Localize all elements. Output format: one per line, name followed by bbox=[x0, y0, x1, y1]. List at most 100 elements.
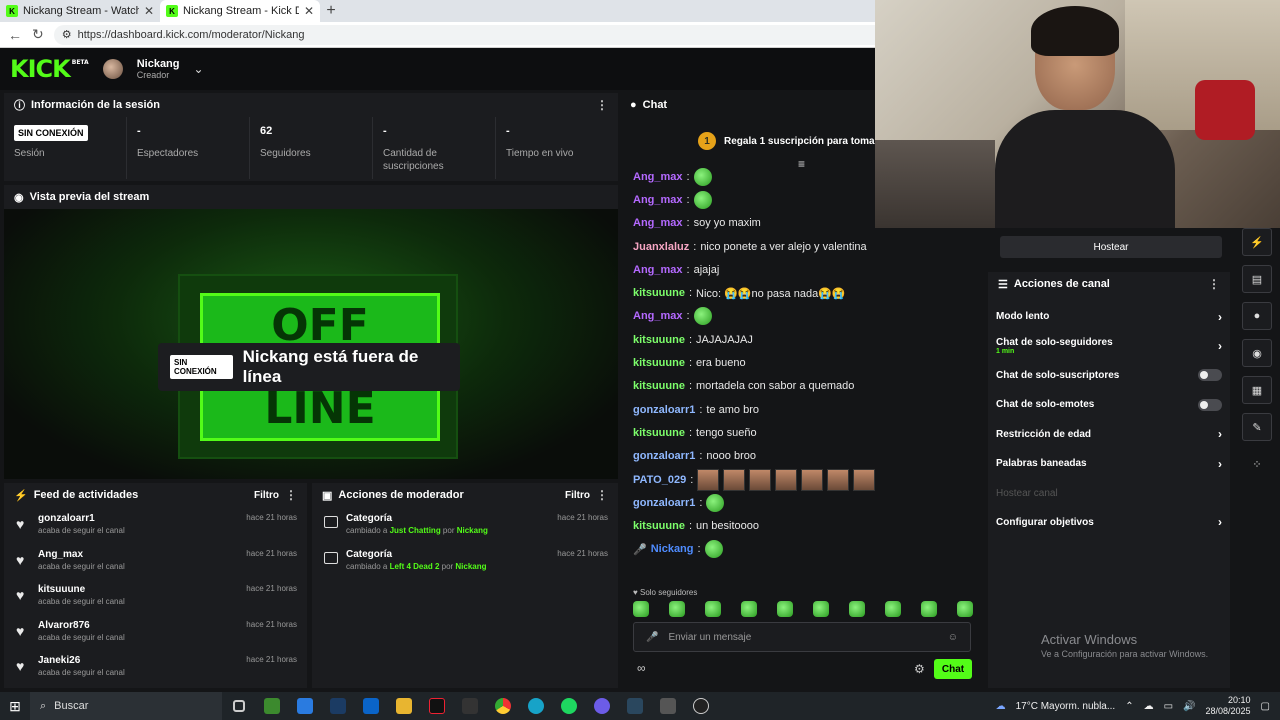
more-icon[interactable]: ⋮ bbox=[1208, 277, 1220, 291]
obs-studio-icon[interactable] bbox=[684, 692, 717, 720]
emote-picker-icon[interactable] bbox=[957, 601, 973, 617]
chat-message[interactable]: PATO_029: bbox=[633, 468, 978, 491]
channel-action-item[interactable]: Chat de solo-seguidores 1 min › bbox=[988, 331, 1230, 360]
user-info[interactable]: Nickang Creador bbox=[137, 58, 180, 80]
list-item[interactable]: ♥ kitsuuune acaba de seguir el canal hac… bbox=[4, 578, 307, 614]
network-icon[interactable]: ▭ bbox=[1164, 701, 1173, 712]
spotify-icon[interactable] bbox=[552, 692, 585, 720]
close-tab-icon[interactable]: ✕ bbox=[304, 4, 314, 18]
reload-icon[interactable]: ↻ bbox=[32, 26, 44, 43]
emoji-icon[interactable]: ☺ bbox=[948, 632, 958, 643]
chrome-icon[interactable] bbox=[486, 692, 519, 720]
send-chat-button[interactable]: Chat bbox=[934, 659, 972, 679]
chat-message[interactable]: kitsuuune: un besitoooo bbox=[633, 514, 978, 537]
more-icon[interactable]: ⋮ bbox=[285, 488, 297, 502]
avatar[interactable] bbox=[102, 59, 123, 79]
store-icon[interactable] bbox=[288, 692, 321, 720]
chevron-up-icon[interactable]: ⌃ bbox=[1125, 701, 1133, 712]
minecraft-icon[interactable] bbox=[255, 692, 288, 720]
host-button[interactable]: Hostear bbox=[1000, 236, 1222, 258]
chat-message[interactable]: kitsuuune: mortadela con sabor a quemado bbox=[633, 375, 978, 398]
bolt-icon[interactable]: ⚡ bbox=[1242, 228, 1272, 256]
stream-preview[interactable]: OFF LINE SIN CONEXIÓN Nickang está fuera… bbox=[4, 209, 618, 479]
cloud-icon[interactable]: ☁ bbox=[1144, 701, 1154, 712]
chat-username[interactable]: kitsuuune bbox=[633, 380, 685, 392]
chat-message[interactable]: kitsuuune: tengo sueño bbox=[633, 421, 978, 444]
site-info-icon[interactable]: ⚙ bbox=[62, 28, 72, 41]
chat-message[interactable]: gonzaloarr1: nooo broo bbox=[633, 445, 978, 468]
chat-username[interactable]: kitsuuune bbox=[633, 287, 685, 299]
channel-action-item[interactable]: Palabras baneadas › bbox=[988, 449, 1230, 478]
windows-start-icon[interactable]: ⊞ bbox=[0, 698, 30, 715]
browser-tab-watch[interactable]: K Nickang Stream - Watch Live on ✕ bbox=[0, 0, 160, 22]
chevron-down-icon[interactable]: ⌄ bbox=[194, 62, 204, 76]
chat-message[interactable]: kitsuuune: era bueno bbox=[633, 351, 978, 374]
chat-username[interactable]: gonzaloarr1 bbox=[633, 404, 695, 416]
channel-action-item[interactable]: Restricción de edad › bbox=[988, 420, 1230, 449]
chat-username[interactable]: Ang_max bbox=[633, 264, 683, 276]
list-item[interactable]: Categoría cambiado a Just Chatting por N… bbox=[312, 507, 618, 543]
tiktok-icon[interactable] bbox=[420, 692, 453, 720]
mod-by[interactable]: Nickang bbox=[457, 526, 488, 535]
layout-icon[interactable]: ▦ bbox=[1242, 376, 1272, 404]
chat-username[interactable]: Juanxlaluz bbox=[633, 241, 689, 253]
emote-picker-icon[interactable] bbox=[813, 601, 829, 617]
chat-message[interactable]: gonzaloarr1: te amo bro bbox=[633, 398, 978, 421]
chat-username[interactable]: gonzaloarr1 bbox=[633, 450, 695, 462]
list-item[interactable]: ♥ Janeki26 acaba de seguir el canal hace… bbox=[4, 649, 307, 685]
wrench-icon[interactable]: ✎ bbox=[1242, 413, 1272, 441]
channel-action-item[interactable]: Configurar objetivos › bbox=[988, 508, 1230, 537]
gear-icon[interactable]: ⚙ bbox=[914, 662, 925, 676]
task-view-icon[interactable] bbox=[222, 692, 255, 720]
toggle-switch[interactable] bbox=[1198, 369, 1222, 382]
chat-message[interactable]: Juanxlaluz: nico ponete a ver alejo y val… bbox=[633, 235, 978, 258]
broadcast-icon[interactable]: ◉ bbox=[1242, 339, 1272, 367]
more-icon[interactable]: ⋮ bbox=[596, 98, 608, 112]
new-tab-icon[interactable]: + bbox=[320, 0, 342, 22]
emote-picker-icon[interactable] bbox=[741, 601, 757, 617]
chat-username[interactable]: kitsuuune bbox=[633, 427, 685, 439]
channel-action-item[interactable]: Chat de solo-emotes bbox=[988, 390, 1230, 419]
kick-logo[interactable]: KICK BETA bbox=[10, 55, 89, 83]
close-tab-icon[interactable]: ✕ bbox=[144, 4, 154, 18]
chat-username[interactable]: Nickang bbox=[651, 543, 694, 555]
chat-input[interactable]: 🎤 Enviar un mensaje ☺ bbox=[633, 622, 971, 652]
mod-target[interactable]: Just Chatting bbox=[390, 526, 441, 535]
edge-icon[interactable] bbox=[519, 692, 552, 720]
chat-username[interactable]: Ang_max bbox=[633, 171, 683, 183]
infinity-icon[interactable]: ∞ bbox=[637, 661, 646, 675]
emote-picker-icon[interactable] bbox=[669, 601, 685, 617]
channel-action-item[interactable]: Chat de solo-suscriptores bbox=[988, 361, 1230, 390]
mod-by[interactable]: Nickang bbox=[455, 562, 486, 571]
chat-message[interactable]: Ang_max: ajajaj bbox=[633, 258, 978, 281]
chat-username[interactable]: kitsuuune bbox=[633, 357, 685, 369]
chat-username[interactable]: Ang_max bbox=[633, 194, 683, 206]
clock[interactable]: 20:10 28/08/2025 bbox=[1206, 695, 1251, 717]
toggle-switch[interactable] bbox=[1198, 398, 1222, 411]
pinned-gift-banner[interactable]: 1 Regala 1 suscripción para tomar la pe bbox=[698, 131, 904, 151]
notification-icon[interactable]: ▢ bbox=[1261, 701, 1270, 712]
document-icon[interactable]: ▤ bbox=[1242, 265, 1272, 293]
back-icon[interactable]: ← bbox=[8, 27, 22, 43]
chat-username[interactable]: Ang_max bbox=[633, 217, 683, 229]
list-item[interactable]: ♥ Ang_max acaba de seguir el canal hace … bbox=[4, 543, 307, 579]
channel-action-item[interactable]: Modo lento › bbox=[988, 302, 1230, 331]
steam-alt-icon[interactable] bbox=[618, 692, 651, 720]
chat-username[interactable]: gonzaloarr1 bbox=[633, 497, 695, 509]
mod-target[interactable]: Left 4 Dead 2 bbox=[390, 562, 440, 571]
more-icon[interactable]: ⋮ bbox=[596, 488, 608, 502]
epic-games-icon[interactable] bbox=[453, 692, 486, 720]
chat-username[interactable]: kitsuuune bbox=[633, 520, 685, 532]
app-icon[interactable] bbox=[651, 692, 684, 720]
list-item[interactable]: ♥ Alvaror876 acaba de seguir el canal ha… bbox=[4, 614, 307, 650]
chat-icon[interactable]: ● bbox=[1242, 302, 1272, 330]
chat-message[interactable]: 🎤 Nickang: bbox=[633, 538, 978, 561]
volume-icon[interactable]: 🔊 bbox=[1183, 701, 1195, 712]
mic-icon[interactable]: 🎤 bbox=[646, 632, 658, 643]
weather-text[interactable]: 17°C Mayorm. nubla... bbox=[1016, 701, 1116, 712]
chat-username[interactable]: kitsuuune bbox=[633, 334, 685, 346]
emote-picker-icon[interactable] bbox=[633, 601, 649, 617]
browser-tab-dashboard[interactable]: K Nickang Stream - Kick Dashboard ✕ bbox=[160, 0, 320, 22]
chat-message[interactable]: Ang_max: bbox=[633, 305, 978, 328]
dots-cluster-icon[interactable]: ⁘ bbox=[1242, 450, 1272, 478]
